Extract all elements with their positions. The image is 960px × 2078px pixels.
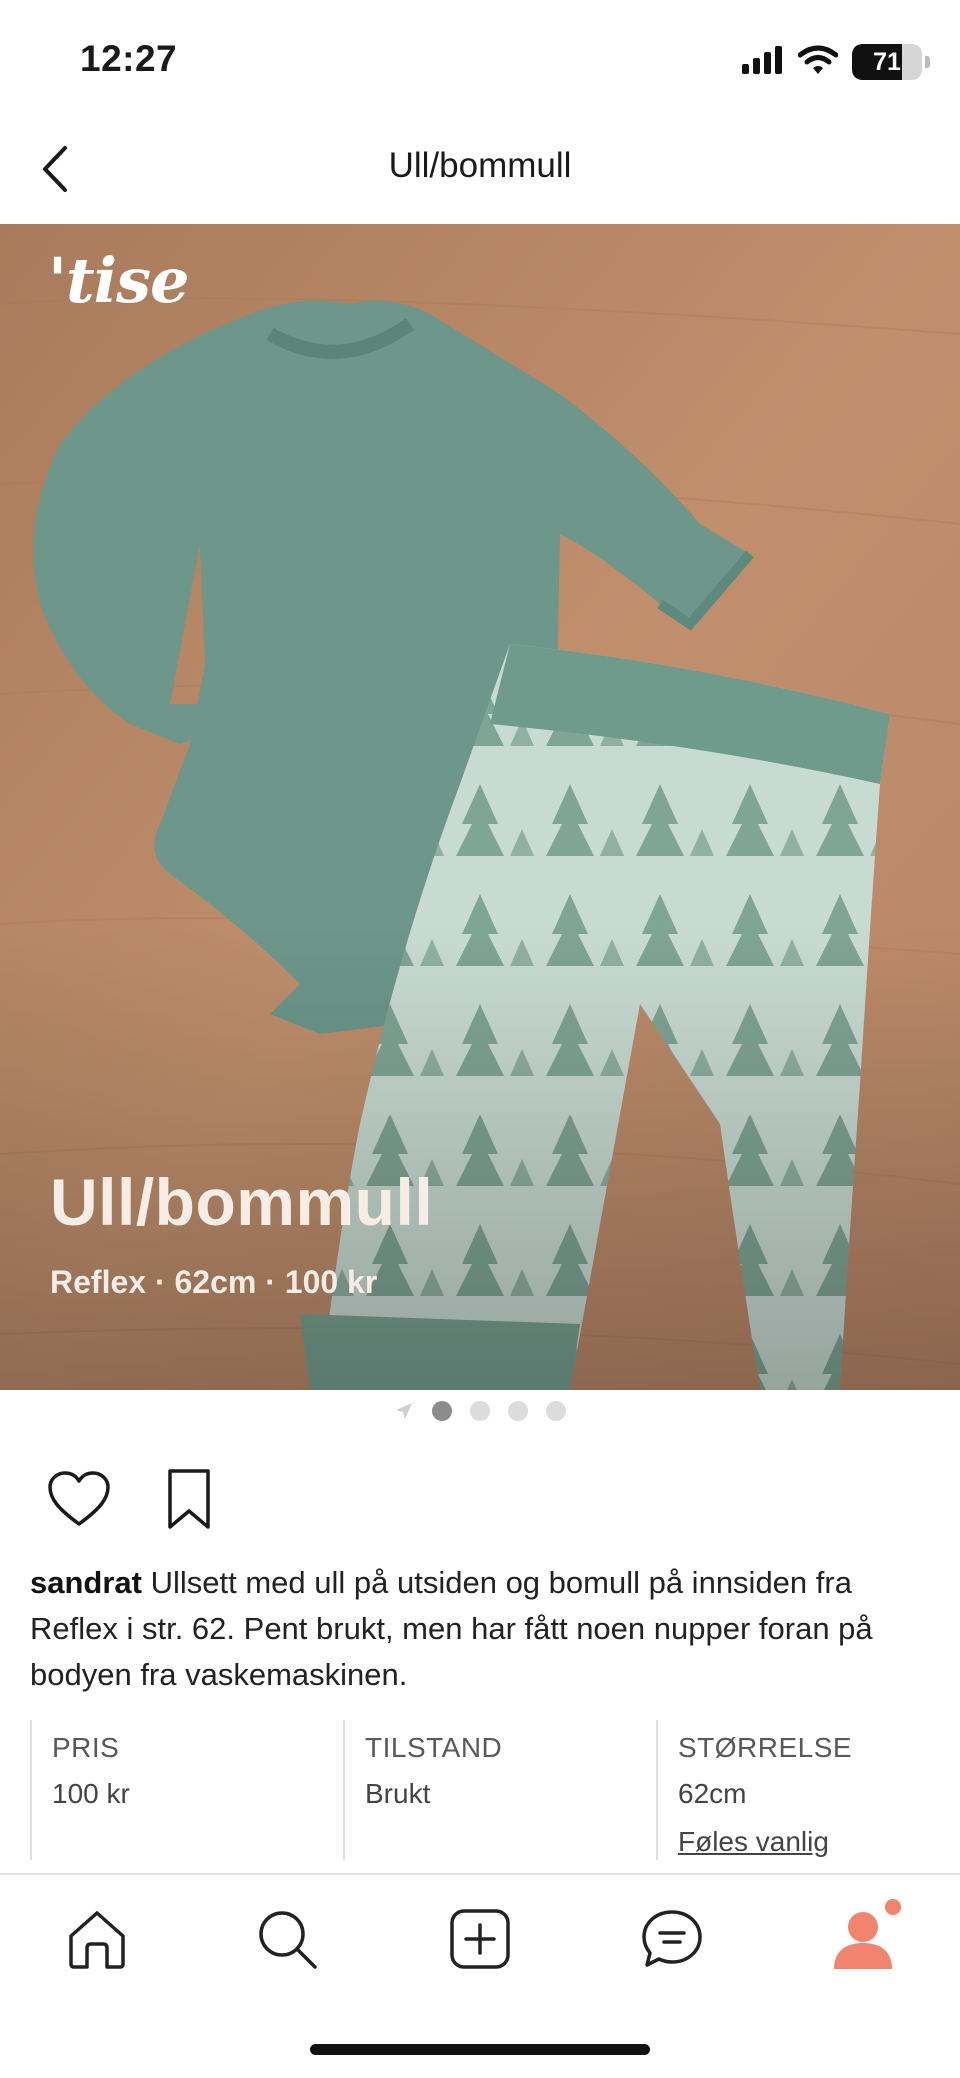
condition-column: TILSTAND Brukt [343,1720,655,1860]
home-icon [65,1908,129,1975]
nav-header: Ull/bommull [0,120,960,224]
size-value: 62cm [678,1778,747,1809]
price-label: PRIS [52,1732,120,1763]
status-time: 12:27 [80,38,178,79]
condition-label: TILSTAND [365,1732,503,1763]
listing-description: sandrat Ullsett med ull på utsiden og bo… [30,1560,910,1698]
home-indicator [310,2044,650,2055]
profile-icon [830,1907,896,1976]
add-icon [449,1908,511,1975]
seller-username[interactable]: sandrat [30,1565,142,1600]
size-label: STØRRELSE [678,1732,853,1763]
hero-title: Ull/bommull [50,1165,434,1239]
like-button[interactable] [44,1466,114,1536]
bookmark-icon [164,1467,214,1536]
bottom-tab-bar [0,1873,960,2005]
pager-dot[interactable] [546,1401,566,1421]
condition-value: Brukt [365,1778,431,1809]
notification-badge [885,1899,901,1915]
size-fit-link[interactable]: Føles vanlig [678,1826,948,1858]
battery-icon: 71 [852,44,930,80]
image-pager [0,1398,960,1424]
price-column: PRIS 100 kr [30,1720,342,1860]
tab-add[interactable] [440,1901,520,1981]
tab-search[interactable] [247,1901,327,1981]
cellular-signal-icon [742,45,784,79]
tab-home[interactable] [57,1901,137,1981]
save-button[interactable] [154,1466,224,1536]
listing-details: PRIS 100 kr TILSTAND Brukt STØRRELSE 62c… [0,1720,960,1870]
description-text: Ullsett med ull på utsiden og bomull på … [30,1565,873,1692]
navigation-arrow-icon [394,1401,414,1421]
pager-dot[interactable] [432,1401,452,1421]
pager-dot[interactable] [508,1401,528,1421]
tab-messages[interactable] [632,1901,712,1981]
action-row [44,1466,224,1536]
battery-percent: 71 [873,48,901,76]
tise-logo: 'tise [48,244,190,317]
status-bar: 12:27 71 [0,0,960,120]
status-icons: 71 [742,42,930,82]
tab-profile[interactable] [823,1899,903,1981]
hero-subtitle: Reflex · 62cm · 100 kr [50,1264,378,1300]
pager-dot[interactable] [470,1401,490,1421]
wifi-icon [797,45,839,80]
search-icon [255,1907,319,1976]
messages-icon [640,1908,704,1975]
product-image[interactable]: 'tise Ull/bommull Reflex · 62cm · 100 kr [0,224,960,1390]
page-title: Ull/bommull [388,146,572,185]
heart-icon [47,1470,111,1533]
price-value: 100 kr [52,1778,130,1809]
size-column: STØRRELSE 62cm Føles vanlig [656,1720,948,1860]
